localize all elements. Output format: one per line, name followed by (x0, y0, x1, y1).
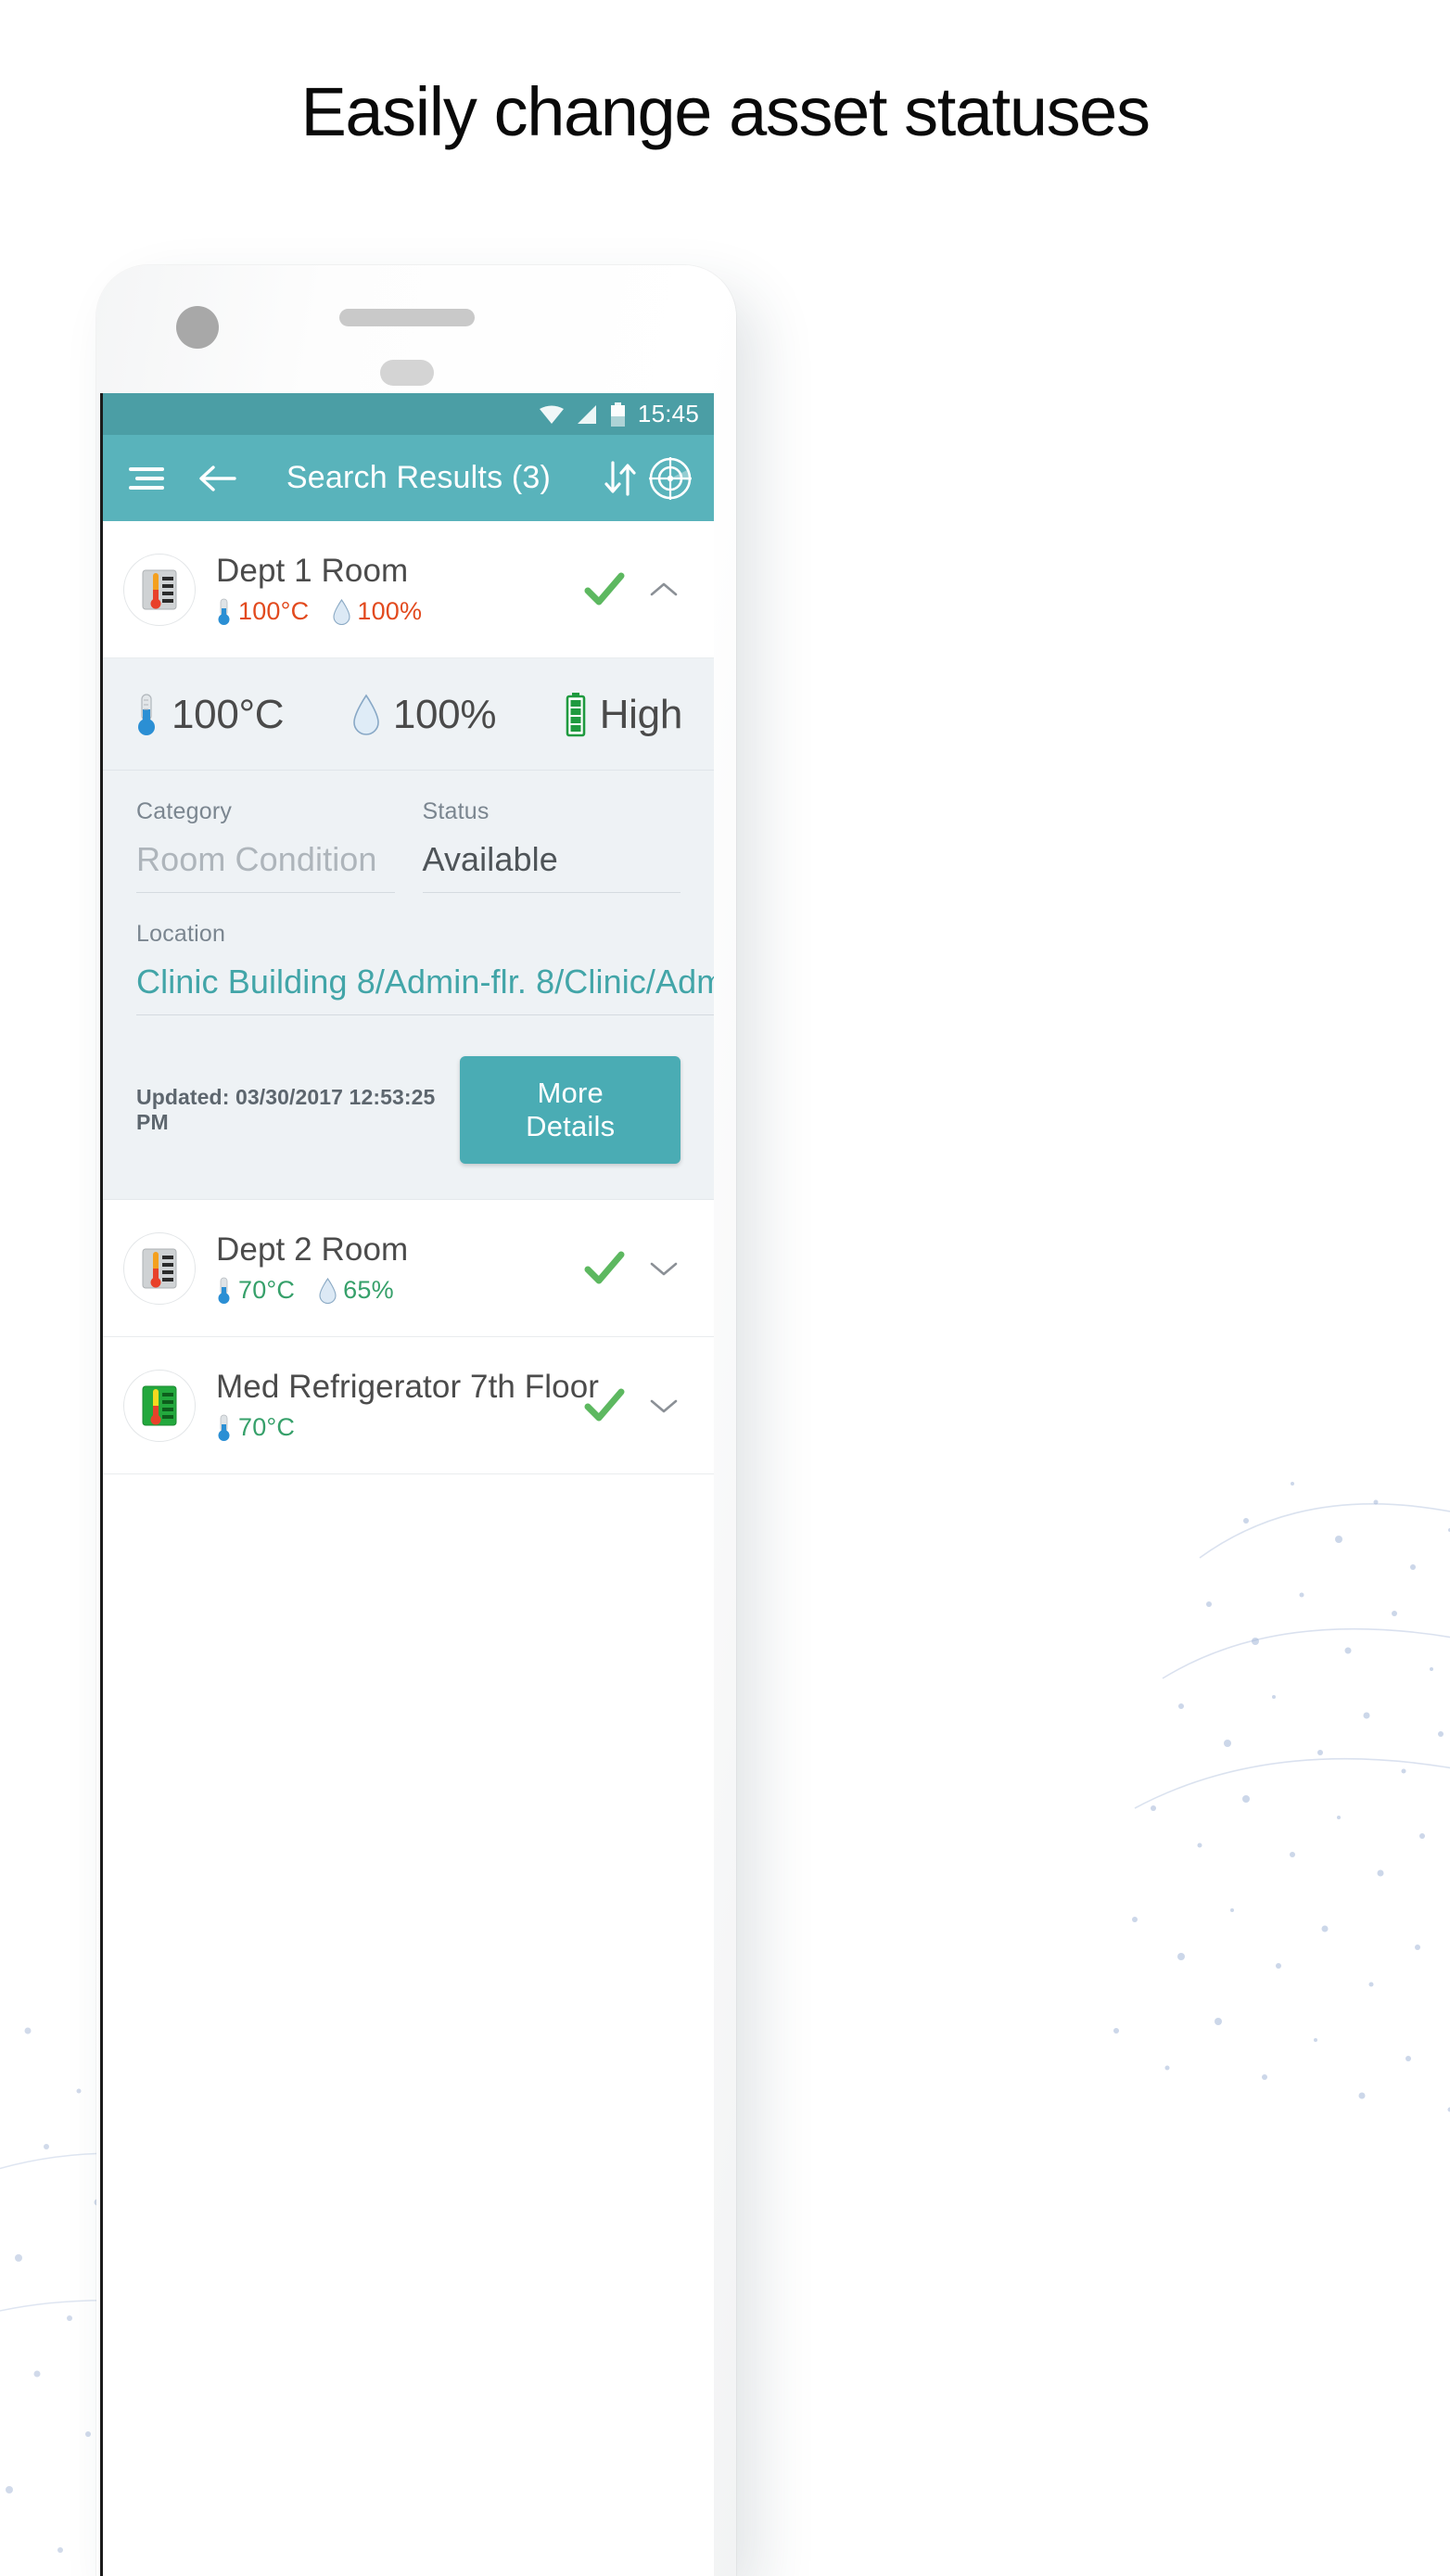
expand-toggle[interactable] (634, 1259, 693, 1278)
water-drop-icon (333, 598, 350, 625)
temperature-metric: 100°C (216, 597, 309, 626)
sort-button[interactable] (595, 453, 645, 504)
list-item-metrics: 100°C 100% (216, 597, 575, 626)
status-bar: 15:45 (103, 393, 714, 435)
summary-temperature-value: 100°C (172, 692, 285, 737)
temperature-value: 70°C (238, 1276, 296, 1305)
category-label: Category (136, 798, 233, 824)
list-item[interactable]: Med Refrigerator 7th Floor 70°C (103, 1337, 714, 1474)
phone-device: 15:45 Search Results (3) Dept 1 Room 100… (96, 265, 736, 2576)
status-field[interactable]: Status Available (422, 798, 680, 900)
field-row-category-status: Category Room Condition Status Available (136, 798, 680, 900)
category-value: Room Condition (136, 825, 395, 893)
radar-button[interactable] (645, 453, 695, 504)
expand-toggle[interactable] (634, 1396, 693, 1415)
updated-timestamp: Updated: 03/30/2017 12:53:25 PM (136, 1085, 436, 1134)
green-check-icon (584, 1251, 625, 1283)
home-button[interactable] (380, 360, 434, 386)
green-check-icon (584, 572, 625, 605)
room-thermometer-icon (142, 1248, 177, 1288)
green-check-icon (584, 1388, 625, 1421)
app-bar: Search Results (3) (103, 435, 714, 521)
fridge-thermometer-icon (142, 1385, 177, 1425)
asset-detail-panel: 100°C 100% High Category Room Condition … (103, 658, 714, 1200)
battery-full-icon (566, 693, 586, 737)
asset-fields: Category Room Condition Status Available… (103, 771, 714, 1023)
summary-humidity-value: 100% (392, 692, 497, 737)
temperature-value: 70°C (238, 1413, 296, 1442)
hamburger-menu-icon (129, 462, 164, 495)
status-check-button[interactable] (575, 1387, 634, 1424)
list-item[interactable]: Dept 1 Room 100°C 100% (103, 521, 714, 658)
chevron-up-icon (650, 582, 678, 595)
chevron-down-icon (650, 1262, 678, 1275)
status-check-button[interactable] (575, 1250, 634, 1287)
list-item-title: Dept 2 Room (216, 1231, 409, 1268)
radar-target-icon (649, 456, 692, 500)
avatar (123, 553, 196, 626)
location-label: Location (136, 921, 226, 947)
wifi-icon (539, 404, 564, 425)
temperature-value: 100°C (238, 597, 310, 626)
screenshot-root: Easily change asset statuses 15:45 Searc… (0, 0, 1450, 2576)
expand-toggle[interactable] (634, 580, 693, 599)
humidity-metric: 100% (333, 597, 422, 626)
thermometer-icon (218, 1414, 230, 1441)
thermometer-icon (138, 694, 155, 735)
page-title: Easily change asset statuses (300, 73, 1151, 150)
list-item[interactable]: Dept 2 Room 70°C 65% (103, 1200, 714, 1337)
list-item-title: Dept 1 Room (216, 552, 409, 589)
particle-decoration-right (1113, 1482, 1450, 2112)
summary-battery-value: High (599, 692, 683, 737)
status-value: Available (422, 825, 680, 893)
earpiece-speaker (339, 309, 475, 326)
temperature-metric: 70°C (216, 1276, 295, 1305)
summary-humidity: 100% (352, 692, 496, 738)
water-drop-icon (319, 1277, 337, 1304)
hamburger-menu-button[interactable] (121, 453, 172, 504)
signal-icon (576, 404, 598, 425)
back-button[interactable] (192, 453, 242, 504)
list-item-content: Dept 1 Room 100°C 100% (216, 553, 575, 626)
summary-temperature: 100°C (134, 692, 285, 738)
summary-battery: High (565, 692, 682, 738)
more-details-button[interactable]: More Details (460, 1056, 680, 1164)
list-item-metrics: 70°C (216, 1413, 575, 1442)
battery-icon (610, 402, 626, 427)
front-camera-icon (176, 306, 219, 349)
location-field[interactable]: Location Clinic Building 8/Admin-flr. 8/… (136, 921, 714, 1023)
list-tail (103, 1474, 714, 1558)
status-check-button[interactable] (575, 571, 634, 608)
list-item-content: Dept 2 Room 70°C 65% (216, 1231, 575, 1305)
list-item-title: Med Refrigerator 7th Floor (216, 1368, 600, 1405)
field-row-location: Location Clinic Building 8/Admin-flr. 8/… (136, 921, 714, 1023)
room-thermometer-icon (142, 569, 177, 609)
avatar (123, 1231, 196, 1305)
humidity-value: 65% (343, 1276, 394, 1305)
thermometer-icon (218, 1277, 230, 1304)
water-drop-icon (353, 694, 379, 735)
thermometer-icon (218, 598, 230, 625)
humidity-metric: 65% (319, 1276, 394, 1305)
status-bar-clock: 15:45 (637, 400, 699, 427)
list-item-content: Med Refrigerator 7th Floor 70°C (216, 1368, 600, 1442)
list-item-metrics: 70°C 65% (216, 1276, 575, 1305)
app-bar-title: Search Results (3) (286, 460, 552, 495)
category-field[interactable]: Category Room Condition (136, 798, 395, 900)
temperature-metric: 70°C (216, 1413, 295, 1442)
phone-screen: 15:45 Search Results (3) Dept 1 Room 100… (100, 393, 714, 2576)
status-label: Status (422, 798, 490, 824)
sensor-summary-row: 100°C 100% High (103, 658, 714, 771)
panel-footer: Updated: 03/30/2017 12:53:25 PM More Det… (103, 1023, 714, 1199)
location-value[interactable]: Clinic Building 8/Admin-flr. 8/Clinic/Ad… (136, 948, 714, 1015)
avatar (123, 1369, 196, 1442)
sort-arrows-icon (604, 460, 636, 496)
back-arrow-icon (199, 465, 236, 491)
humidity-value: 100% (357, 597, 423, 626)
chevron-down-icon (650, 1399, 678, 1412)
